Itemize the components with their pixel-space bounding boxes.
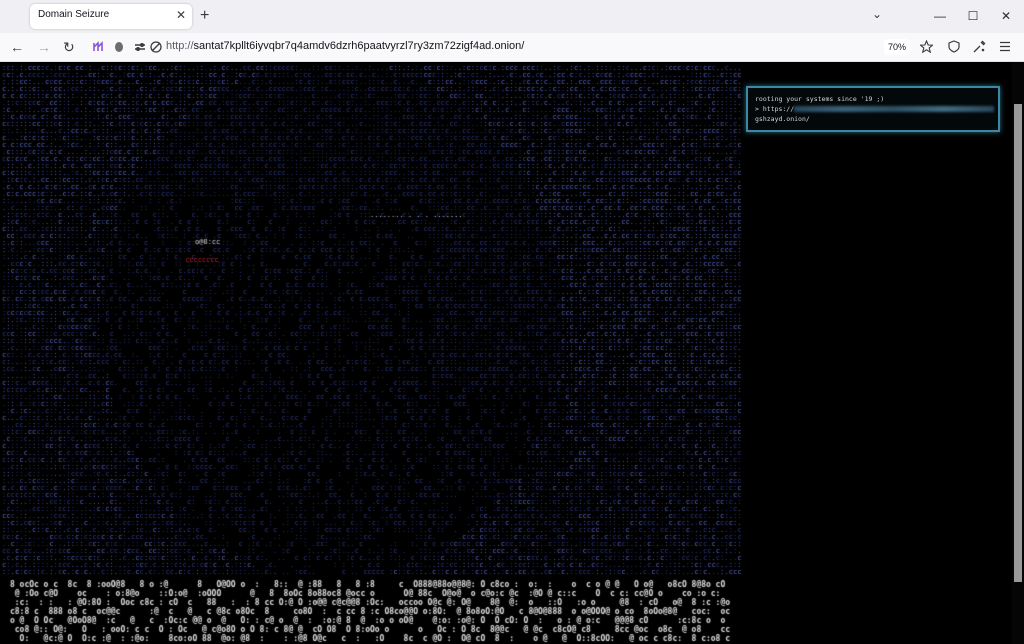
- blurred-url: [794, 106, 995, 112]
- tab-domain-seizure[interactable]: Domain Seizure ✕: [30, 4, 192, 29]
- autoplay-blocked-icon[interactable]: [150, 41, 162, 53]
- page-content: rooting your systems since '19 ;) > http…: [0, 62, 1024, 644]
- extensions-puzzle-icon[interactable]: [973, 40, 986, 53]
- close-tab-icon[interactable]: ✕: [176, 7, 186, 23]
- shield-icon[interactable]: [948, 40, 960, 53]
- navigation-toolbar: ← → ↻ http://santat7kpllt6iyvqbr7q4amdv6…: [0, 33, 1024, 62]
- bookmark-star-icon[interactable]: [920, 40, 933, 53]
- ascii-banner-text: [0, 577, 740, 644]
- terminal-message-box: rooting your systems since '19 ;) > http…: [746, 86, 1000, 132]
- terminal-url-end[interactable]: gshzayd.onion/: [755, 115, 810, 123]
- permissions-icon[interactable]: [134, 41, 146, 53]
- url-host: santat7kpllt6iyvqbr7q4amdv6dzrh6paatvyrz…: [193, 40, 525, 52]
- tracking-protection-icon[interactable]: [114, 40, 124, 53]
- forward-button[interactable]: →: [37, 37, 51, 57]
- new-tab-button[interactable]: +: [200, 7, 209, 25]
- scrollbar-thumb[interactable]: [1014, 104, 1022, 582]
- back-button[interactable]: ←: [10, 37, 24, 57]
- zoom-level-button[interactable]: 70%: [884, 39, 910, 55]
- menu-icon[interactable]: [999, 41, 1011, 52]
- url-bar[interactable]: http://santat7kpllt6iyvqbr7q4amdv6dzrh6p…: [166, 40, 524, 52]
- url-scheme: http://: [166, 40, 194, 52]
- chevron-down-icon[interactable]: ⌄: [872, 7, 882, 21]
- terminal-slogan: rooting your systems since '19 ;): [755, 95, 885, 103]
- terminal-url-line: > https://: [755, 105, 995, 113]
- ascii-art-portrait: [0, 62, 742, 577]
- tab-strip: Domain Seizure ✕ + ⌄ — ☐ ✕: [0, 0, 1024, 33]
- tab-title: Domain Seizure: [38, 9, 110, 20]
- minimize-button[interactable]: —: [930, 6, 950, 26]
- terminal-url-prefix: > https://: [755, 105, 795, 113]
- reload-button[interactable]: ↻: [63, 37, 75, 57]
- close-window-button[interactable]: ✕: [996, 6, 1016, 26]
- maximize-button[interactable]: ☐: [963, 6, 983, 26]
- extension-icon[interactable]: [92, 41, 104, 53]
